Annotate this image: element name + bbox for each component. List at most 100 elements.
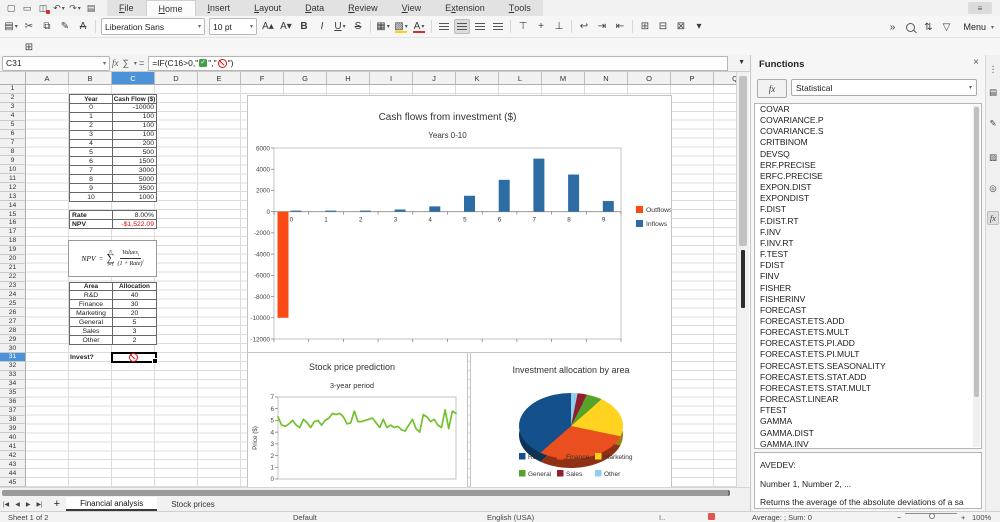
- row-header-41[interactable]: 41: [0, 442, 26, 451]
- functions-deck-icon[interactable]: fx: [987, 211, 999, 225]
- tab-layout[interactable]: Layout: [242, 0, 293, 16]
- cashflow-table-cell[interactable]: 10: [70, 193, 113, 202]
- selected-cell-C31[interactable]: [111, 352, 157, 363]
- function-list-item[interactable]: FINV: [755, 271, 981, 282]
- allocation-table-cell[interactable]: 20: [113, 309, 157, 318]
- redo-icon[interactable]: ↷▾: [68, 2, 82, 15]
- function-list-item[interactable]: FTEST: [755, 405, 981, 416]
- new-document-icon[interactable]: ▢: [4, 2, 18, 15]
- cashflow-table-cell[interactable]: 3500: [113, 184, 157, 193]
- increase-indent-button[interactable]: ⇥: [594, 19, 610, 34]
- row-header-21[interactable]: 21: [0, 264, 26, 273]
- allocation-table-cell[interactable]: Allocation: [113, 283, 157, 292]
- align-right-button[interactable]: [472, 19, 488, 34]
- rate-npv-table-cell[interactable]: 8.00%: [113, 211, 157, 220]
- unmerge-cells-button[interactable]: ⊠: [673, 19, 689, 34]
- row-header-44[interactable]: 44: [0, 469, 26, 478]
- cashflow-table-cell[interactable]: 9: [70, 184, 113, 193]
- function-list-item[interactable]: FDIST: [755, 260, 981, 271]
- tab-data[interactable]: Data: [293, 0, 336, 16]
- italic-button[interactable]: I: [314, 19, 330, 34]
- cashflow-table-cell[interactable]: 1500: [113, 157, 157, 166]
- column-header-M[interactable]: M: [542, 72, 585, 85]
- function-category-select[interactable]: Statistical ▾: [791, 79, 977, 96]
- toolbar-overflow-button[interactable]: »: [884, 20, 900, 35]
- column-header-I[interactable]: I: [370, 72, 413, 85]
- cashflow-table-cell[interactable]: 6: [70, 157, 113, 166]
- function-list-item[interactable]: COVARIANCE.P: [755, 115, 981, 126]
- merge-across-button[interactable]: ⊟: [655, 19, 671, 34]
- center-vertically-button[interactable]: +: [533, 19, 549, 34]
- row-header-29[interactable]: 29: [0, 335, 26, 344]
- cashflow-table-cell[interactable]: 500: [113, 148, 157, 157]
- cashflow-table-cell[interactable]: 5: [70, 148, 113, 157]
- justify-button[interactable]: [490, 19, 506, 34]
- function-list-item[interactable]: FORECAST: [755, 305, 981, 316]
- column-header-C[interactable]: C: [112, 72, 155, 85]
- clear-formatting-button[interactable]: A: [75, 19, 91, 34]
- row-header-7[interactable]: 7: [0, 139, 26, 148]
- column-header-A[interactable]: A: [26, 72, 69, 85]
- font-size-select[interactable]: 10 pt ▾: [209, 18, 257, 35]
- borders-button[interactable]: ▦▾: [375, 19, 391, 34]
- zoom-out-button[interactable]: −: [897, 513, 901, 522]
- search-icon[interactable]: [902, 20, 918, 35]
- allocation-table-cell[interactable]: Marketing: [70, 309, 113, 318]
- undo-icon[interactable]: ↶▾: [52, 2, 66, 15]
- function-list-item[interactable]: GAMMA.INV: [755, 439, 981, 449]
- function-list-item[interactable]: EXPON.DIST: [755, 182, 981, 193]
- tab-insert[interactable]: Insert: [196, 0, 243, 16]
- row-header-39[interactable]: 39: [0, 424, 26, 433]
- row-header-42[interactable]: 42: [0, 451, 26, 460]
- font-color-button[interactable]: A▾: [411, 19, 427, 34]
- allocation-table-cell[interactable]: 30: [113, 300, 157, 309]
- cashflow-table-cell[interactable]: 3: [70, 131, 113, 140]
- rate-npv-table-cell[interactable]: -$1,522.09: [113, 220, 157, 229]
- bold-button[interactable]: B: [296, 19, 312, 34]
- properties-deck-icon[interactable]: ▤: [987, 85, 999, 99]
- row-header-40[interactable]: 40: [0, 433, 26, 442]
- tab-home[interactable]: Home: [146, 0, 196, 16]
- cashflow-table-cell[interactable]: 100: [113, 122, 157, 131]
- function-list-item[interactable]: COVARIANCE.S: [755, 126, 981, 137]
- allocation-table-cell[interactable]: Sales: [70, 327, 113, 336]
- formula-input[interactable]: =IF(C16>0," ✓ "," "): [148, 56, 728, 71]
- zoom-slider-thumb[interactable]: [929, 513, 935, 519]
- function-list-item[interactable]: COVAR: [755, 104, 981, 115]
- paste-button[interactable]: ▤▾: [3, 19, 19, 34]
- horizontal-scrollbar[interactable]: [0, 487, 750, 497]
- invest-label-cell[interactable]: Invest?: [70, 354, 112, 363]
- column-header-Q[interactable]: Q: [714, 72, 736, 85]
- page-style[interactable]: Default: [293, 513, 317, 522]
- decrease-indent-button[interactable]: ⇤: [612, 19, 628, 34]
- column-header-L[interactable]: L: [499, 72, 542, 85]
- row-header-15[interactable]: 15: [0, 210, 26, 219]
- function-list-item[interactable]: FORECAST.ETS.STAT.MULT: [755, 383, 981, 394]
- cashflow-table-cell[interactable]: 100: [113, 131, 157, 140]
- merge-cells-button[interactable]: ⊞: [637, 19, 653, 34]
- window-menu-icon[interactable]: ≡: [968, 2, 992, 14]
- cashflow-table-cell[interactable]: 200: [113, 140, 157, 149]
- row-header-36[interactable]: 36: [0, 398, 26, 407]
- cashflow-table-cell[interactable]: 1000: [113, 193, 157, 202]
- row-header-3[interactable]: 3: [0, 103, 26, 112]
- rate-npv-table-cell[interactable]: Rate: [70, 211, 113, 220]
- row-header-13[interactable]: 13: [0, 192, 26, 201]
- row-header-2[interactable]: 2: [0, 94, 26, 103]
- stock-price-line-chart[interactable]: Stock price prediction3-year periodPrice…: [247, 352, 468, 487]
- function-list-item[interactable]: FORECAST.ETS.STAT.ADD: [755, 372, 981, 383]
- tab-view[interactable]: View: [390, 0, 434, 16]
- zoom-in-button[interactable]: +: [961, 513, 965, 522]
- function-list-item[interactable]: GAMMA: [755, 416, 981, 427]
- styles-deck-icon[interactable]: ✎: [987, 116, 999, 130]
- save-icon[interactable]: ◫: [36, 2, 50, 15]
- cut-button[interactable]: ✂: [21, 19, 37, 34]
- allocation-table-cell[interactable]: 5: [113, 318, 157, 327]
- previous-sheet-icon[interactable]: ◀: [15, 501, 20, 508]
- row-header-18[interactable]: 18: [0, 237, 26, 246]
- cashflow-table-cell[interactable]: 2: [70, 122, 113, 131]
- sort-icon[interactable]: ⇅: [920, 20, 936, 35]
- wrap-text-button[interactable]: ↩: [576, 19, 592, 34]
- open-folder-icon[interactable]: ▭: [20, 2, 34, 15]
- allocation-table-cell[interactable]: Other: [70, 336, 113, 345]
